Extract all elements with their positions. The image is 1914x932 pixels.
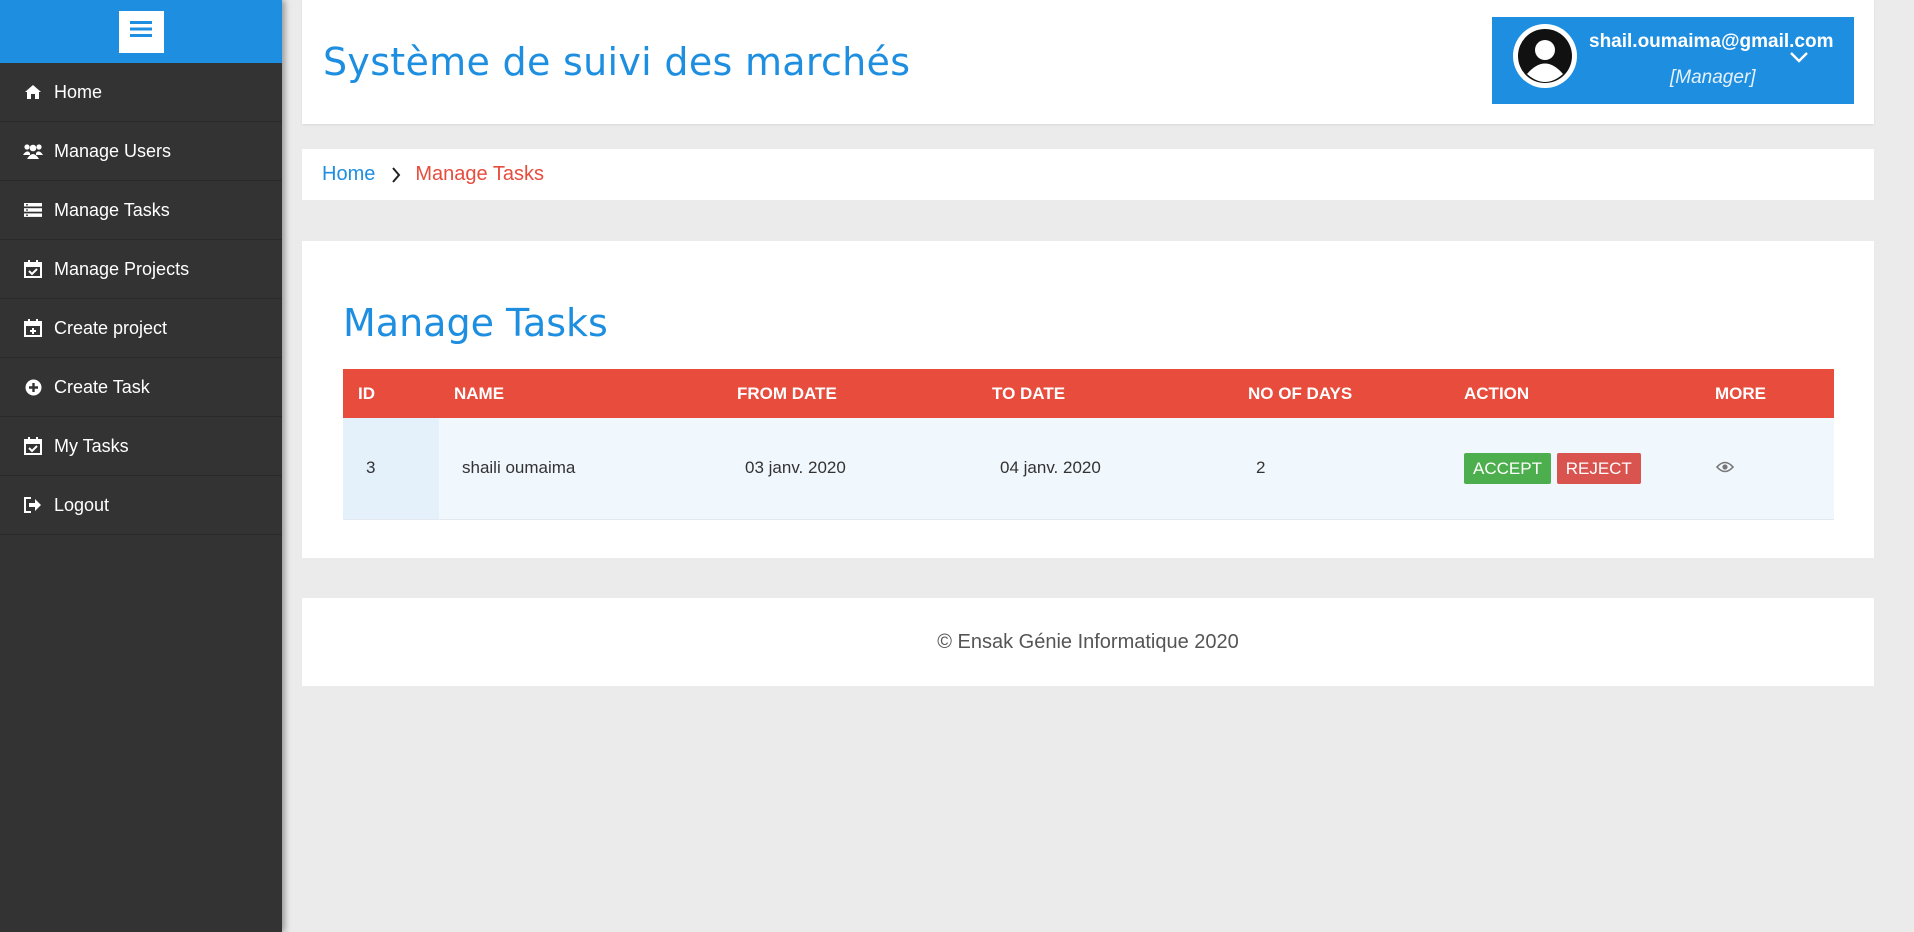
sidebar-item-create-task[interactable]: Create Task	[0, 358, 282, 417]
hamburger-icon	[130, 20, 152, 43]
footer: © Ensak Génie Informatique 2020	[302, 598, 1874, 686]
sidebar-item-manage-projects[interactable]: Manage Projects	[0, 240, 282, 299]
sidebar-item-manage-tasks[interactable]: Manage Tasks	[0, 181, 282, 240]
site-title: Système de suivi des marchés	[323, 40, 911, 84]
sign-out-icon	[23, 495, 43, 515]
cell-name: shaili oumaima	[462, 458, 576, 478]
breadcrumb: Home Manage Tasks	[302, 149, 1874, 200]
cell-to-date: 04 janv. 2020	[1000, 458, 1101, 478]
calendar-check-icon	[23, 259, 43, 279]
chevron-right-icon	[391, 166, 401, 183]
eye-icon[interactable]	[1716, 461, 1734, 473]
sidebar-item-label: Create project	[54, 317, 168, 338]
user-avatar-icon	[1518, 29, 1572, 83]
plus-circle-icon	[23, 377, 43, 397]
sidebar-item-logout[interactable]: Logout	[0, 476, 282, 535]
column-header-days: NO OF DAYS	[1248, 383, 1353, 403]
breadcrumb-current: Manage Tasks	[415, 163, 544, 185]
sidebar-item-manage-users[interactable]: Manage Users	[0, 122, 282, 181]
column-header-to-date: TO DATE	[992, 383, 1066, 403]
menu-toggle-button[interactable]	[118, 10, 164, 53]
table-row: 3 shaili oumaima 03 janv. 2020 04 janv. …	[343, 418, 1834, 519]
cell-from-date: 03 janv. 2020	[745, 458, 846, 478]
accept-button[interactable]: ACCEPT	[1464, 452, 1551, 484]
table-header-row: ID NAME FROM DATE TO DATE NO OF DAYS ACT…	[343, 369, 1834, 418]
tasks-table: ID NAME FROM DATE TO DATE NO OF DAYS ACT…	[343, 369, 1834, 520]
cell-more	[1700, 418, 1834, 519]
calendar-plus-icon	[23, 318, 43, 338]
sidebar-item-create-project[interactable]: Create project	[0, 299, 282, 358]
sidebar-item-label: Manage Tasks	[54, 199, 170, 220]
column-header-name: NAME	[454, 383, 505, 403]
sidebar-item-label: Create Task	[54, 376, 150, 397]
sidebar-item-home[interactable]: Home	[0, 63, 282, 122]
top-header: Système de suivi des marchés shail.oumai…	[302, 0, 1874, 124]
column-header-from-date: FROM DATE	[737, 383, 837, 403]
users-icon	[23, 141, 43, 161]
column-header-action: ACTION	[1464, 383, 1530, 403]
cell-days: 2	[1256, 458, 1266, 478]
cell-actions: ACCEPT REJECT	[1449, 418, 1700, 519]
cell-id: 3	[343, 418, 439, 519]
column-header-id: ID	[358, 383, 375, 403]
reject-button[interactable]: REJECT	[1556, 452, 1641, 484]
sidebar-item-label: Manage Projects	[54, 258, 190, 279]
user-role: [Manager]	[1670, 67, 1756, 88]
sidebar-header	[0, 0, 282, 63]
page-title: Manage Tasks	[343, 301, 608, 345]
sidebar-item-label: Logout	[54, 494, 110, 515]
user-menu[interactable]: shail.oumaima@gmail.com [Manager]	[1492, 17, 1854, 104]
sidebar: Home Manage Users Manage Tasks Manage Pr…	[0, 0, 282, 932]
sidebar-item-label: Manage Users	[54, 140, 172, 161]
sidebar-item-label: My Tasks	[54, 435, 129, 456]
home-icon	[23, 82, 43, 102]
calendar-check-icon	[23, 436, 43, 456]
avatar	[1513, 24, 1577, 88]
sidebar-item-label: Home	[54, 81, 103, 102]
main-panel: Manage Tasks ID NAME FROM DATE TO DATE N…	[302, 241, 1874, 558]
column-header-more: MORE	[1715, 383, 1766, 403]
tasks-list-icon	[23, 200, 43, 220]
sidebar-item-my-tasks[interactable]: My Tasks	[0, 417, 282, 476]
breadcrumb-home-link[interactable]: Home	[322, 163, 375, 186]
chevron-down-icon[interactable]	[1790, 50, 1808, 68]
footer-text: © Ensak Génie Informatique 2020	[937, 630, 1239, 653]
